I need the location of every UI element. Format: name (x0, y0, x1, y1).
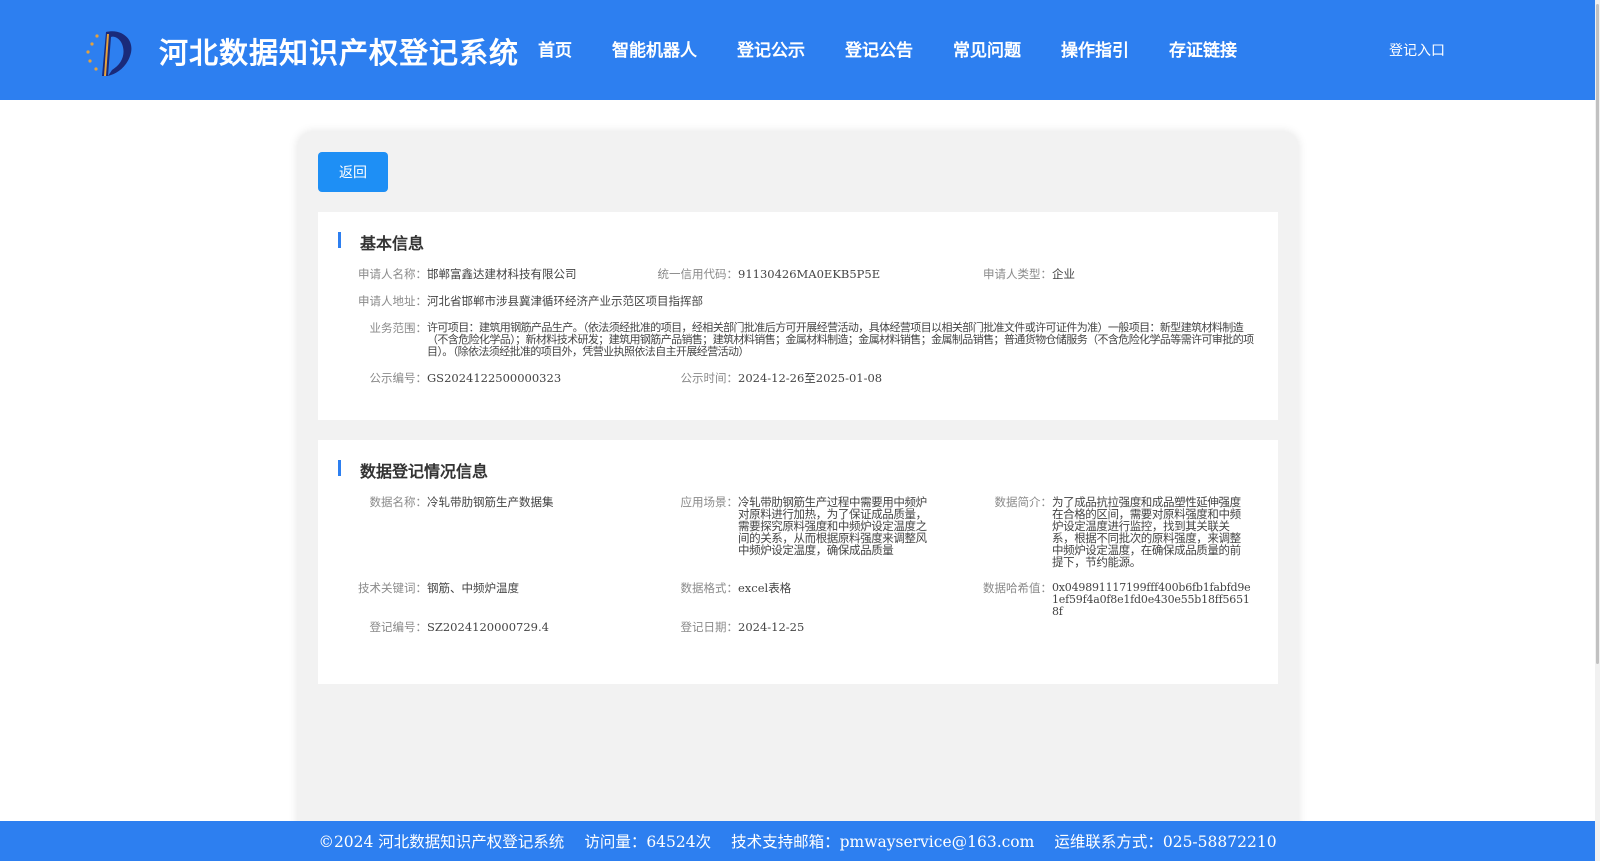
back-button[interactable]: 返回 (318, 152, 388, 192)
data-name-label: 数据名称： (369, 495, 428, 509)
main-nav: 首页 智能机器人 登记公示 登记公告 常见问题 操作指引 存证链接 (538, 36, 1237, 61)
business-scope-label: 业务范围： (369, 321, 428, 335)
reg-date-label: 登记日期： (680, 620, 739, 634)
basic-info-title: 基本信息 (336, 230, 424, 254)
login-link[interactable]: 登记入口 (1389, 40, 1445, 60)
format-label: 数据格式： (680, 581, 739, 595)
detail-panel: 返回 基本信息 申请人名称： 邯郸富鑫达建材科技有限公司 统一信用代码： 911… (298, 132, 1298, 861)
footer-visits: 访问量：64524次 (584, 833, 712, 851)
keywords-value: 钢筋、中频炉温度 (427, 581, 519, 595)
format-value: excel表格 (738, 581, 792, 595)
reg-no-value: SZ2024120000729.4 (427, 620, 549, 634)
footer-email: 技术支持邮箱：pmwayservice@163.com (731, 833, 1035, 851)
scenario-label: 应用场景： (680, 495, 739, 509)
applicant-type-value: 企业 (1052, 267, 1075, 281)
summary-label: 数据简介： (994, 495, 1053, 509)
data-name-value: 冷轧带肋钢筋生产数据集 (427, 495, 554, 509)
keywords-label: 技术关键词： (358, 581, 427, 595)
summary-value: 为了成品抗拉强度和成品塑性延伸强度在合格的区间，需要对原料强度和中频炉设定温度进… (1052, 495, 1241, 569)
nav-registration-publicity[interactable]: 登记公示 (737, 36, 805, 61)
credit-code-label: 统一信用代码： (657, 267, 739, 281)
nav-robot[interactable]: 智能机器人 (612, 36, 697, 61)
applicant-type-label: 申请人类型： (983, 267, 1052, 281)
footer-phone: 运维联系方式：025-58872210 (1054, 833, 1277, 851)
top-header: 河北数据知识产权登记系统 首页 智能机器人 登记公示 登记公告 常见问题 操作指… (0, 0, 1595, 100)
address-value: 河北省邯郸市涉县冀津循环经济产业示范区项目指挥部 (427, 294, 703, 308)
nav-faq[interactable]: 常见问题 (953, 36, 1021, 61)
address-label: 申请人地址： (358, 294, 427, 308)
nav-registration-announcement[interactable]: 登记公告 (845, 36, 913, 61)
reg-no-label: 登记编号： (369, 620, 428, 634)
applicant-name-value: 邯郸富鑫达建材科技有限公司 (427, 267, 577, 281)
notice-time-value: 2024-12-26至2025-01-08 (738, 371, 883, 385)
nav-home[interactable]: 首页 (538, 36, 572, 61)
basic-info-card: 基本信息 申请人名称： 邯郸富鑫达建材科技有限公司 统一信用代码： 911304… (318, 212, 1278, 420)
notice-no-value: GS2024122500000323 (427, 371, 562, 385)
hash-value: 0x049891117199fff400b6fb1fabfd9e1ef59f4a… (1052, 581, 1251, 618)
credit-code-value: 91130426MA0EKB5P5E (738, 267, 881, 281)
reg-date-value: 2024-12-25 (738, 620, 805, 634)
footer: ©2024 河北数据知识产权登记系统 访问量：64524次 技术支持邮箱：pmw… (0, 821, 1595, 861)
page-scrollbar[interactable] (1595, 0, 1600, 861)
data-registration-title: 数据登记情况信息 (336, 458, 488, 482)
nav-guide[interactable]: 操作指引 (1061, 36, 1129, 61)
notice-time-label: 公示时间： (680, 371, 739, 385)
nav-evidence-link[interactable]: 存证链接 (1169, 36, 1237, 61)
footer-copyright: ©2024 河北数据知识产权登记系统 (318, 833, 565, 851)
scenario-value: 冷轧带肋钢筋生产过程中需要用中频炉对原料进行加热，为了保证成品质量，需要探究原料… (738, 495, 927, 557)
hash-label: 数据哈希值： (983, 581, 1052, 595)
applicant-name-label: 申请人名称： (358, 267, 427, 281)
data-registration-card: 数据登记情况信息 数据名称： 冷轧带肋钢筋生产数据集 应用场景： 冷轧带肋钢筋生… (318, 440, 1278, 684)
ip-logo-icon[interactable] (82, 26, 136, 80)
notice-no-label: 公示编号： (369, 371, 428, 385)
business-scope-value: 许可项目：建筑用钢筋产品生产。（依法须经批准的项目，经相关部门批准后方可开展经营… (427, 321, 1254, 358)
scroll-thumb[interactable] (1596, 4, 1599, 664)
site-title: 河北数据知识产权登记系统 (159, 36, 520, 70)
